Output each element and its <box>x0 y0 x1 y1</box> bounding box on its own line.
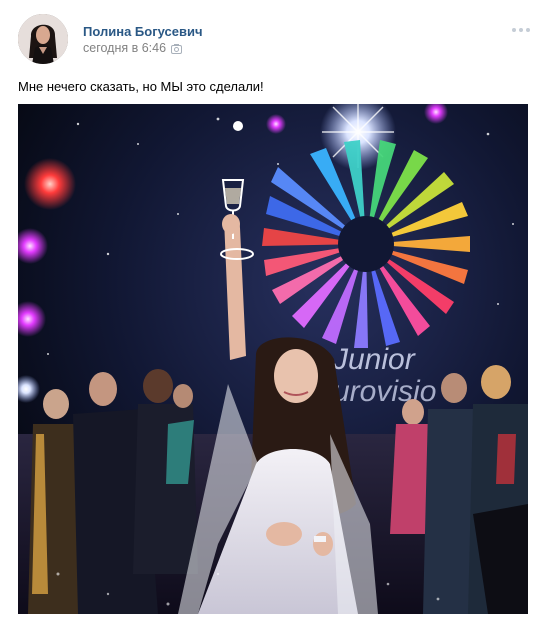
post-meta: сегодня в 6:46 <box>83 41 183 55</box>
more-icon <box>512 28 530 32</box>
post-more-button[interactable] <box>510 23 532 37</box>
wall-post: Полина Богусевич сегодня в 6:46 Мне нече… <box>0 0 548 633</box>
post-photo[interactable]: Junior urovisio <box>18 104 528 614</box>
avatar-photo-icon <box>18 14 68 64</box>
logo-text-junior: Junior <box>332 343 416 376</box>
stage-photo-image: Junior urovisio <box>18 104 528 614</box>
camera-icon <box>171 43 183 54</box>
author-avatar[interactable] <box>18 14 68 64</box>
post-timestamp[interactable]: сегодня в 6:46 <box>83 41 166 55</box>
post-text: Мне нечего сказать, но МЫ это сделали! <box>18 79 264 94</box>
author-name-link[interactable]: Полина Богусевич <box>83 24 203 39</box>
